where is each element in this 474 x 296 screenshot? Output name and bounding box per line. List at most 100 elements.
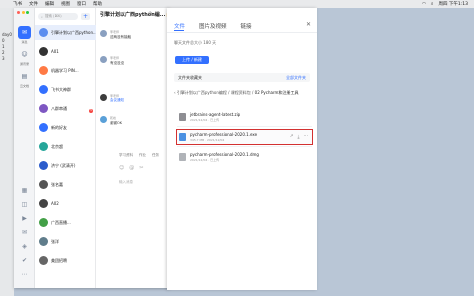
chat-name: 北京超 [51, 143, 63, 149]
calendar-icon[interactable]: ▦ [20, 186, 29, 195]
chat-list-item[interactable]: 张洋 [35, 234, 96, 249]
rail-label-contacts: 通讯录 [19, 62, 29, 66]
tab-links[interactable]: 链接 [241, 22, 252, 30]
avatar [39, 104, 48, 113]
scissors-icon[interactable]: ✂ [139, 165, 143, 171]
desktop-side-strip: day0 0 1 2 3 [0, 8, 14, 296]
chat-list-item[interactable]: 机器学习 PIN... [35, 63, 96, 78]
group-tabs: 学习资料 作业 任务 [119, 153, 159, 158]
chat-list-item[interactable]: A01 [35, 44, 96, 59]
download-icon[interactable]: ⤓ [298, 134, 300, 140]
chat-list-item[interactable]: 济宁 (武清开) [35, 158, 96, 173]
avatar[interactable] [100, 116, 107, 123]
rail-item-messages[interactable]: ✉ [18, 26, 31, 39]
menu-item-app[interactable]: 飞书 [13, 1, 22, 7]
minimize-window-button[interactable] [21, 11, 25, 14]
avatar[interactable] [100, 56, 107, 63]
mail-icon[interactable]: ✉ [20, 228, 29, 237]
chat-name: 飞书大神群 [51, 86, 71, 92]
files-panel [167, 8, 317, 290]
file-row-highlighted[interactable]: pycharm-professional-2020.1.exe 345.7 MB… [176, 129, 313, 145]
tab-homework[interactable]: 作业 [139, 153, 146, 158]
conversation-title[interactable]: 引擎计划以广西python编...外部 [100, 11, 175, 18]
forward-icon[interactable]: ↗ [290, 134, 294, 140]
avatar [39, 180, 48, 189]
chat-name: A01 [51, 49, 59, 54]
chat-list-item[interactable]: 美团招聘 [35, 253, 96, 268]
unread-badge: 5 [89, 109, 93, 113]
message: 李老师 这两没有接触 [100, 30, 131, 40]
chat-list-item[interactable]: 张名嘉 [35, 177, 96, 192]
folder-section[interactable]: 文件夹收藏夹 全部文件夹 [174, 73, 310, 82]
menu-item-help[interactable]: 帮助 [93, 1, 102, 7]
file-row[interactable]: jetbrains-agent-latest.zip 2021/12/04 · … [177, 110, 312, 124]
chat-name: 新的好友 [51, 124, 67, 130]
chat-list-item[interactable]: 飞书大神群 [35, 82, 96, 97]
chat-icon: ✉ [21, 29, 28, 36]
close-icon[interactable]: ✕ [306, 21, 311, 28]
emoji-icon[interactable]: ☺ [119, 165, 124, 171]
more-icon[interactable]: ⋯ [154, 11, 159, 17]
search-input[interactable]: ⌕ 搜索 (⌘K) [38, 13, 78, 20]
clock[interactable]: 周四 下午1:13 [438, 1, 468, 7]
menu-item-view[interactable]: 视图 [61, 1, 70, 7]
message-input[interactable]: 输入消息 [119, 180, 133, 185]
message: 乾峰 谢谢OK [100, 116, 122, 126]
menu-item-file[interactable]: 文件 [29, 1, 38, 7]
avatar [39, 66, 48, 75]
menu-item-edit[interactable]: 编辑 [45, 1, 54, 7]
avatar [39, 199, 48, 208]
file-row[interactable]: pycharm-professional-2020.1.dmg 2021/12/… [177, 150, 312, 164]
breadcrumb-item[interactable]: 课程资料包 [231, 90, 251, 95]
tab-tasks[interactable]: 任务 [152, 153, 159, 158]
search-icon[interactable]: ⌕ [431, 1, 434, 7]
all-folders-link[interactable]: 全部文件夹 [286, 75, 306, 81]
window-controls [17, 11, 29, 14]
approval-icon[interactable]: ✔ [20, 256, 29, 265]
chat-list-item[interactable]: A02 [35, 196, 96, 211]
contacts-icon: ☺ [21, 51, 28, 58]
avatar[interactable] [100, 94, 107, 101]
more-icon[interactable]: ⋯ [20, 270, 29, 279]
chat-list-item[interactable]: 引擎计划以广西python... [35, 25, 96, 40]
chat-name: 济宁 (武清开) [51, 162, 76, 168]
rail-item-docs[interactable]: ▤ [18, 70, 31, 83]
rail-item-contacts[interactable]: ☺ [18, 48, 31, 61]
more-icon[interactable]: ⋯ [304, 134, 309, 140]
add-button[interactable]: + [81, 13, 90, 20]
chat-name: 广西直播... [51, 219, 71, 225]
avatar [39, 256, 48, 265]
avatar [39, 218, 48, 227]
apps-icon[interactable]: ◈ [20, 242, 29, 251]
upload-button[interactable]: 上传 / 新建 [175, 56, 209, 64]
menu-item-window[interactable]: 窗口 [77, 1, 86, 7]
chat-name: 张名嘉 [51, 181, 63, 187]
tab-materials[interactable]: 学习资料 [119, 153, 133, 158]
dmg-file-icon [179, 153, 186, 161]
workplace-icon[interactable]: ◫ [20, 200, 29, 209]
meeting-link[interactable]: 会议通知 [110, 98, 124, 103]
avatar[interactable] [100, 30, 107, 37]
zip-file-icon [179, 113, 186, 121]
chat-list-item[interactable]: 广西直播... [35, 215, 96, 230]
chat-list-item[interactable]: 新的好友 [35, 120, 96, 135]
tab-files[interactable]: 文件 [174, 22, 185, 30]
zoom-window-button[interactable] [26, 11, 29, 14]
avatar [39, 47, 48, 56]
chat-list-item[interactable]: 北京超 [35, 139, 96, 154]
add-member-icon[interactable]: ⊕ [148, 11, 152, 17]
chat-name: A02 [51, 201, 59, 206]
menubar: 飞书 文件 编辑 视图 窗口 帮助 ◠ ⌕ 周四 下午1:13 [0, 0, 474, 8]
close-window-button[interactable] [17, 11, 20, 14]
wifi-icon[interactable]: ◠ [422, 2, 426, 7]
tab-media[interactable]: 图片及视频 [199, 22, 227, 30]
breadcrumb-item[interactable]: 引擎计划以广西python编程 [177, 90, 227, 95]
mention-icon[interactable]: @ [129, 165, 134, 171]
video-icon[interactable]: ▶ [20, 214, 29, 223]
chat-list-item[interactable]: 八群串通 5 [35, 101, 96, 116]
avatar [39, 123, 48, 132]
exe-file-icon [179, 133, 186, 141]
avatar [39, 85, 48, 94]
avatar [39, 161, 48, 170]
active-tab-indicator [174, 30, 184, 31]
